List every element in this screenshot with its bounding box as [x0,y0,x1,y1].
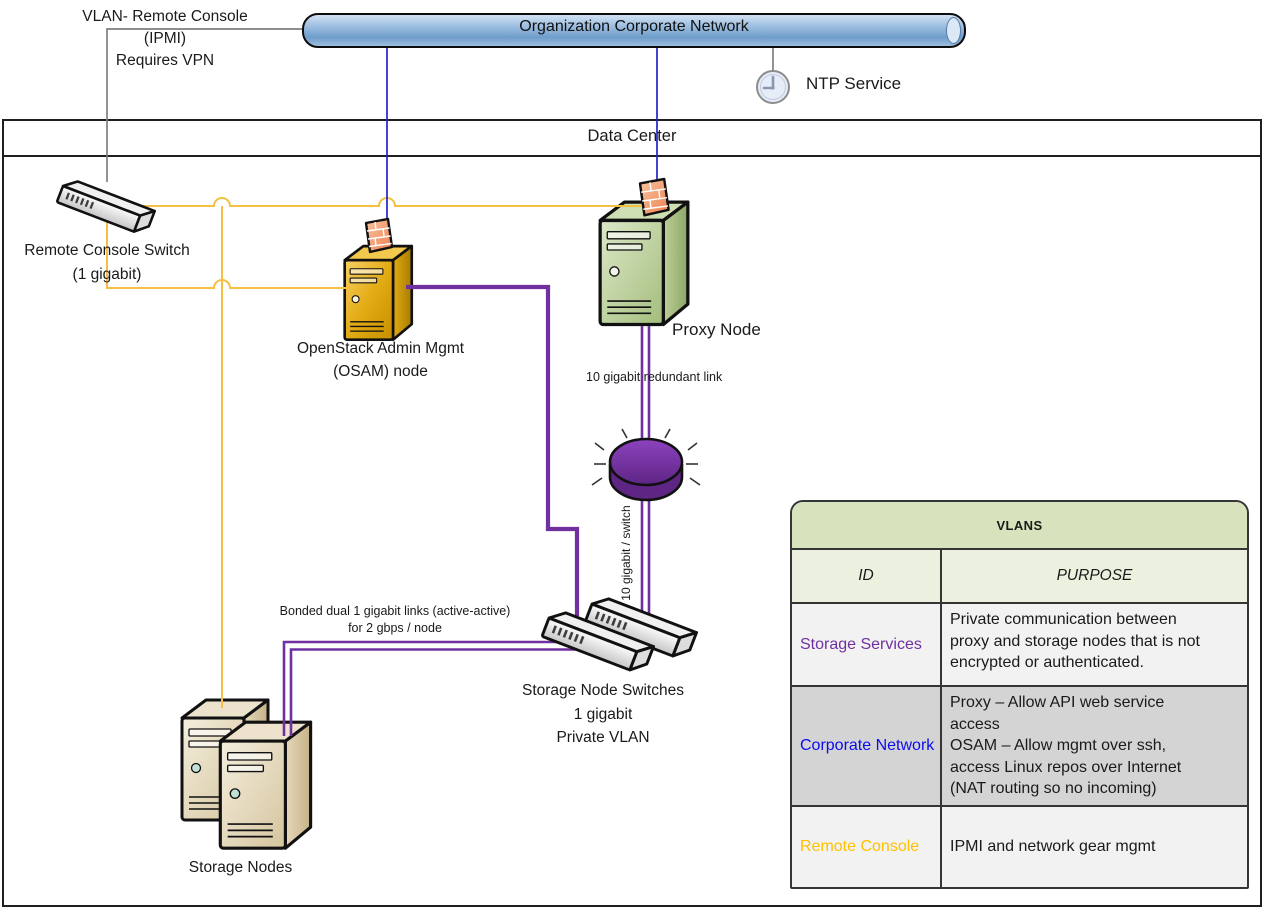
osam-firewall-icon [366,219,392,252]
ntp-service-label: NTP Service [806,74,901,94]
vlan-id-remote-console: Remote Console [792,807,942,887]
vlans-table-title: VLANS [792,502,1247,548]
vlan-purpose-storage-services: Private communication between proxy and … [942,604,1247,685]
column-header-purpose: PURPOSE [942,550,1247,602]
remote-console-switch-label: Remote Console Switch (1 gigabit) [8,239,206,287]
bonded-link-label: Bonded dual 1 gigabit links (active-acti… [262,603,528,636]
clock-icon [757,71,789,103]
osam-node-label: OpenStack Admin Mgmt (OSAM) node [278,337,483,383]
osam-server-icon [345,246,412,340]
remote-console-switch-icon [57,177,155,236]
vlan-id-storage-services: Storage Services [792,604,942,685]
corporate-network-links [387,43,657,221]
vlan-purpose-remote-console: IPMI and network gear mgmt [942,807,1247,887]
vlans-table-header-row: ID PURPOSE [792,548,1247,602]
corporate-network-label: Organization Corporate Network [304,18,964,36]
switch-link-label: 10 gigabit / switch [619,488,635,618]
vlans-table: VLANS ID PURPOSE Storage Services Privat… [790,500,1249,889]
storage-nodes-label: Storage Nodes [158,859,323,877]
network-diagram: Data Center [0,0,1264,913]
vlan-remote-console-note: VLAN- Remote Console (IPMI) Requires VPN [40,6,290,72]
hub-icon [592,429,700,500]
column-header-id: ID [792,550,942,602]
proxy-node-label: Proxy Node [672,320,761,340]
proxy-server-icon [600,202,688,324]
redundant-link-label: 10 gigabit redundant link [586,370,751,384]
table-row: Corporate Network Proxy – Allow API web … [792,685,1247,805]
vlan-purpose-corporate-network: Proxy – Allow API web service access OSA… [942,687,1247,805]
link-switch-to-proxy [136,198,641,206]
table-row: Storage Services Private communication b… [792,602,1247,685]
table-row: Remote Console IPMI and network gear mgm… [792,805,1247,887]
vlan-id-corporate-network: Corporate Network [792,687,942,805]
proxy-firewall-icon [640,179,669,215]
storage-node-2-server-icon [220,722,310,848]
corporate-network-backbone: Organization Corporate Network [302,13,966,48]
storage-switches-label: Storage Node Switches 1 gigabit Private … [498,679,708,750]
